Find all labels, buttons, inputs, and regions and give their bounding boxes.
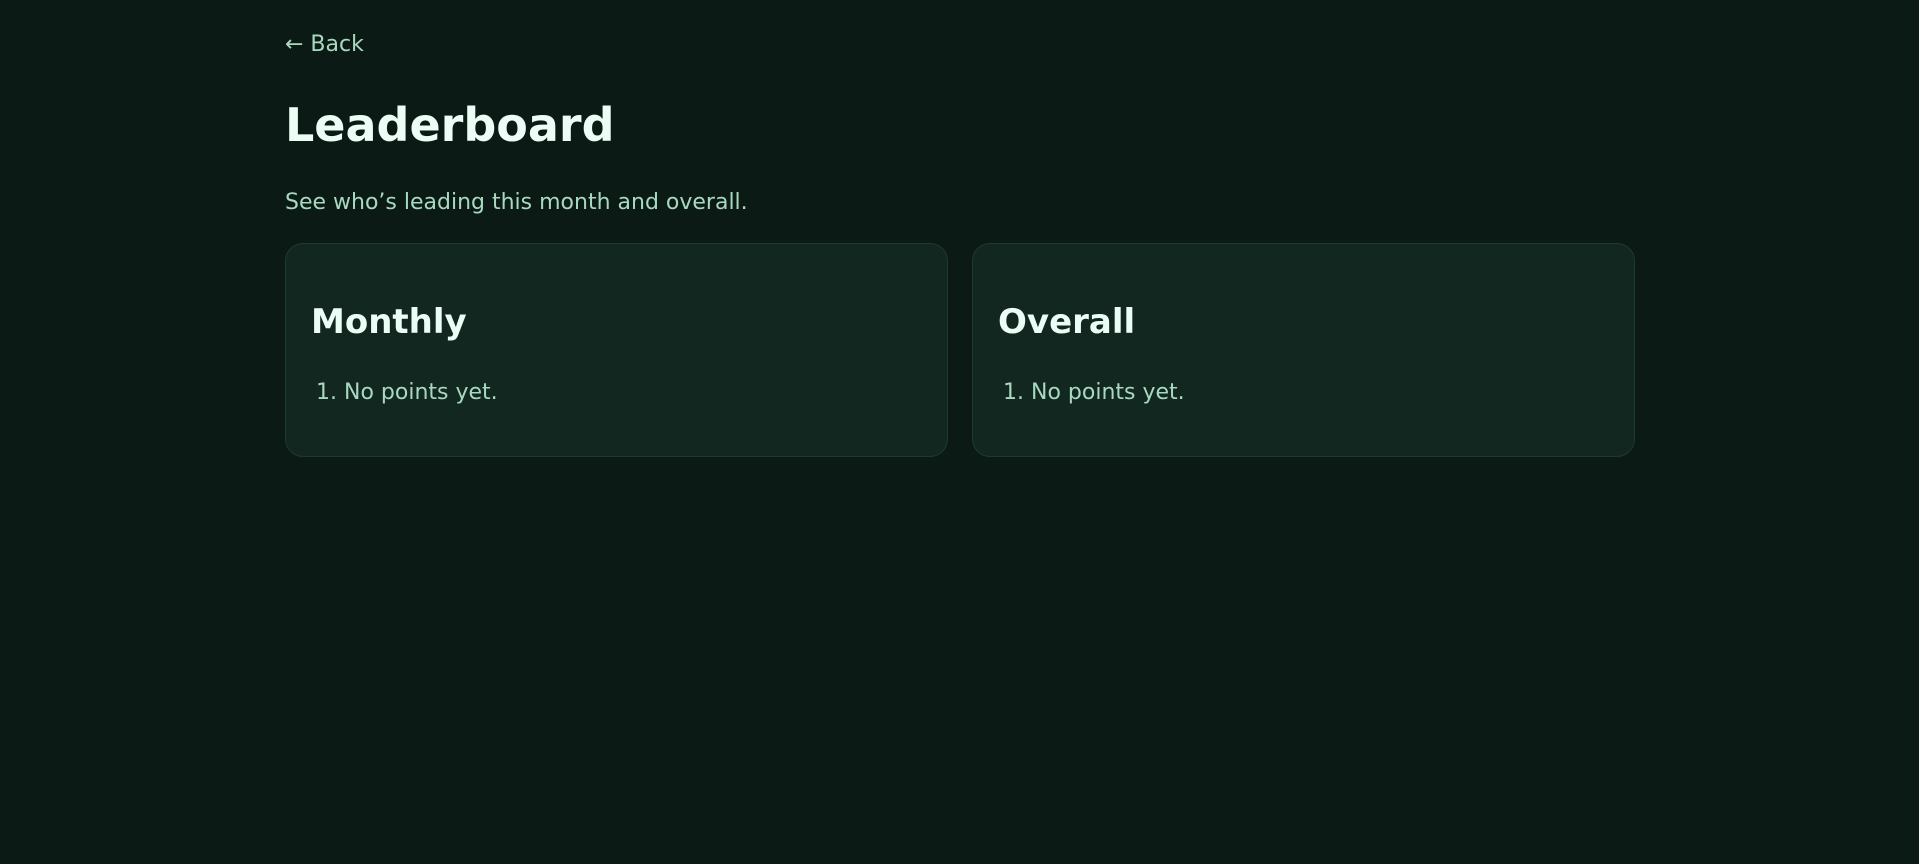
rank-number: 1. (316, 380, 337, 405)
overall-card-title: Overall (998, 302, 1136, 342)
list-item: 1. No points yet. (316, 378, 498, 408)
leaderboard-cards: Monthly 1. No points yet. Overall 1. No po… (285, 243, 1635, 457)
overall-ranking-list: 1. No points yet. (1003, 378, 1185, 408)
back-link[interactable]: ← Back (285, 30, 364, 60)
page-title: Leaderboard (285, 98, 615, 152)
entry-text: No points yet. (1031, 380, 1185, 405)
list-item: 1. No points yet. (1003, 378, 1185, 408)
rank-number: 1. (1003, 380, 1024, 405)
page-subtitle: See who’s leading this month and overall… (285, 190, 748, 215)
entry-text: No points yet. (344, 380, 498, 405)
monthly-card-title: Monthly (311, 302, 467, 342)
monthly-leaderboard-card: Monthly 1. No points yet. (285, 243, 948, 457)
overall-leaderboard-card: Overall 1. No points yet. (972, 243, 1635, 457)
monthly-ranking-list: 1. No points yet. (316, 378, 498, 408)
leaderboard-page: ← Back Leaderboard See who’s leading thi… (0, 0, 1919, 864)
